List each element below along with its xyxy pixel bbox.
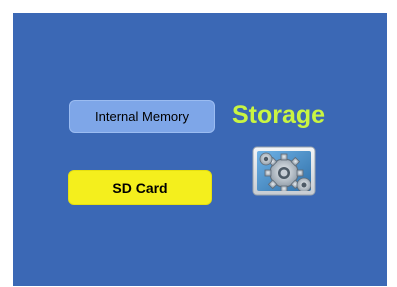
storage-screen: Internal Memory SD Card Storage — [13, 13, 387, 286]
sd-card-button[interactable]: SD Card — [68, 170, 212, 205]
internal-memory-label: Internal Memory — [95, 109, 189, 124]
settings-gear-icon — [252, 146, 316, 196]
sd-card-label: SD Card — [112, 179, 168, 196]
internal-memory-button[interactable]: Internal Memory — [69, 100, 215, 133]
page-title: Storage — [232, 101, 326, 129]
